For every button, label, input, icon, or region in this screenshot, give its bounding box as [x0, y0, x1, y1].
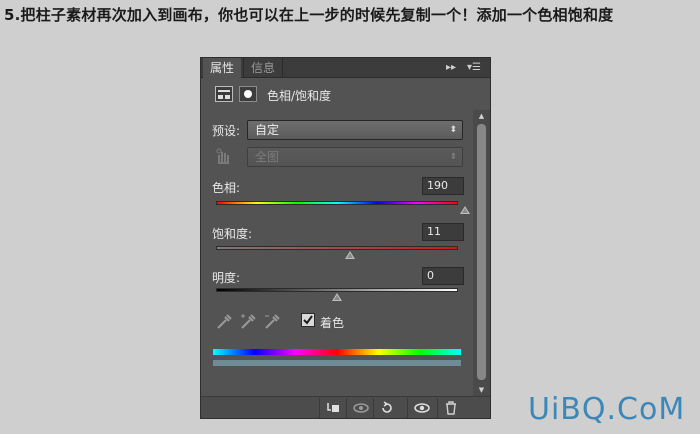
- eyedropper-minus-icon[interactable]: [263, 312, 281, 330]
- visibility-eye-icon[interactable]: [407, 398, 433, 418]
- channel-value: 全图: [255, 150, 280, 164]
- site-logo: UiBQ.CoM: [528, 392, 686, 427]
- select-arrows-icon: ⬍: [449, 125, 457, 135]
- tab-properties[interactable]: 属性: [203, 58, 242, 78]
- hue-label: 色相:: [212, 181, 241, 195]
- instruction-heading: 5.把柱子素材再次加入到画布，你也可以在上一步的时候先复制一个！添加一个色相饱和…: [4, 6, 614, 24]
- adjustment-header: 色相/饱和度: [201, 79, 490, 109]
- trash-icon[interactable]: [437, 398, 463, 418]
- channel-select: 全图 ⬍: [247, 147, 463, 167]
- panel-footer: [201, 396, 490, 418]
- preset-label: 预设:: [212, 124, 241, 138]
- properties-panel: 属性 信息 ▸▸ ▾☰ 色相/饱和度 预设: 自定 ⬍ 全图 ⬍ 色相: 190…: [200, 57, 491, 419]
- preset-select[interactable]: 自定 ⬍: [247, 120, 463, 140]
- panel-menu-icon[interactable]: ▾☰: [467, 61, 481, 75]
- panel-tab-bar: 属性 信息 ▸▸ ▾☰: [201, 58, 490, 78]
- eyedropper-icon[interactable]: [215, 312, 233, 330]
- adjustment-title: 色相/饱和度: [267, 89, 332, 103]
- layer-mask-icon[interactable]: [239, 86, 257, 102]
- select-arrows-icon: ⬍: [449, 152, 457, 162]
- lightness-value-field[interactable]: 0: [422, 267, 464, 285]
- saturation-label: 饱和度:: [212, 227, 253, 241]
- hue-slider-thumb[interactable]: [459, 206, 470, 214]
- reset-icon[interactable]: [373, 398, 399, 418]
- eyedropper-plus-icon[interactable]: [239, 312, 257, 330]
- collapse-panel-icon[interactable]: ▸▸: [446, 61, 456, 75]
- lightness-slider-thumb[interactable]: [332, 293, 342, 301]
- saturation-slider-track[interactable]: [216, 246, 458, 250]
- tab-info[interactable]: 信息: [243, 58, 284, 78]
- colorize-checkbox[interactable]: [301, 313, 315, 327]
- scroll-up-icon[interactable]: ▲: [477, 112, 486, 120]
- result-color-bar: [213, 360, 461, 366]
- panel-scrollbar[interactable]: ▲ ▼: [473, 110, 490, 396]
- source-color-bar: [213, 349, 461, 355]
- colorize-label: 着色: [320, 316, 345, 330]
- scroll-down-icon[interactable]: ▼: [477, 386, 486, 394]
- clip-to-layer-icon[interactable]: [319, 398, 345, 418]
- hue-value-field[interactable]: 190: [422, 177, 464, 195]
- saturation-slider-thumb[interactable]: [345, 251, 356, 259]
- lightness-label: 明度:: [212, 271, 241, 285]
- lightness-slider-track[interactable]: [216, 288, 458, 292]
- saturation-value-field[interactable]: 11: [422, 223, 464, 241]
- view-previous-state-icon[interactable]: [346, 398, 372, 418]
- hue-slider-track[interactable]: [216, 201, 458, 205]
- hue-saturation-adjustment-icon[interactable]: [215, 86, 233, 102]
- preset-value: 自定: [255, 123, 280, 137]
- scrollbar-thumb[interactable]: [477, 124, 486, 380]
- target-adjustment-hand-icon[interactable]: [214, 147, 232, 165]
- adjustment-controls: 预设: 自定 ⬍ 全图 ⬍ 色相: 190 饱和度: 11 明度: 0 着色: [201, 110, 473, 396]
